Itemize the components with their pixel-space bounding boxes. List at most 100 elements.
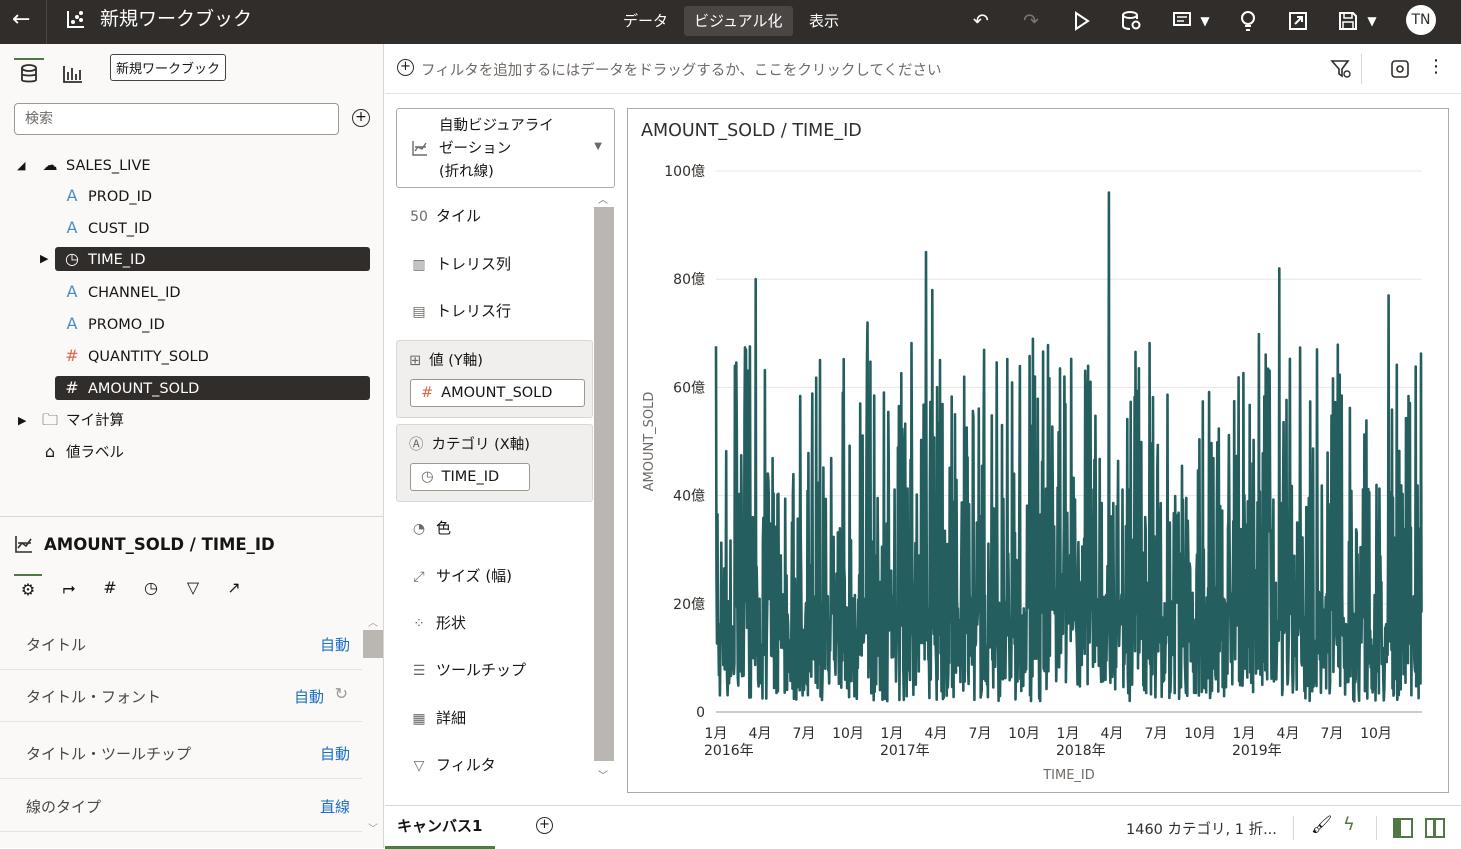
expand-icon[interactable]: ▶ [18,414,26,427]
tab-canvas1[interactable]: キャンバス1 [385,806,495,849]
prop-value[interactable]: 自動 [320,634,350,655]
analytics-icon[interactable]: ↗ [220,574,248,602]
add-filter-icon[interactable]: + [397,59,414,76]
comment-icon[interactable] [1171,9,1195,33]
grammar-size[interactable]: ⤢ サイズ (幅) [396,556,592,596]
prop-line-type[interactable]: 線のタイプ 直線 [0,780,362,832]
nav-visualize[interactable]: ビジュアル化 [684,6,793,36]
chevron-down-icon[interactable]: ▼ [1193,9,1217,33]
right-panel-toggle-icon[interactable] [1425,818,1445,838]
x-tick-label: 10月 [1360,726,1392,742]
nav-data[interactable]: データ [613,6,678,36]
column-channel-id[interactable]: A CHANNEL_ID [62,280,370,304]
value-labels[interactable]: ⌂ 値ラベル [40,440,124,464]
category-x-axis-dropzone[interactable]: Ⓐ カテゴリ (X軸) ◷ TIME_ID [396,424,593,502]
color-palette-icon: ◔ [412,521,426,537]
avatar[interactable]: TN [1406,5,1436,35]
prop-title-tooltip[interactable]: タイトル・ツールチップ 自動 [0,727,362,779]
prop-title[interactable]: タイトル 自動 [0,618,362,670]
column-time-id[interactable]: ◷ TIME_ID [55,247,370,271]
filter-icon[interactable]: ▽ [179,574,207,602]
column-prod-id[interactable]: A PROD_ID [62,184,370,208]
number-type-icon: # [65,346,79,365]
filter-settings-icon[interactable] [1330,58,1352,80]
number-type-icon: # [421,385,434,401]
grammar-filter[interactable]: ▽ フィルタ [396,745,592,785]
general-settings-icon[interactable]: ⚙ [14,574,42,602]
left-panel-toggle-icon[interactable] [1393,818,1413,838]
grammar-tile[interactable]: 50 タイル [396,196,592,236]
x-tick-label: 4月 [1277,726,1300,742]
grammar-scrollbar[interactable]: ︿ ﹀ [594,195,614,782]
collapse-icon[interactable]: ◢ [17,159,25,172]
axis-icon[interactable]: ⮣ [55,574,83,602]
tab-visualizations[interactable] [58,62,88,88]
prop-value[interactable]: 自動 [320,743,350,764]
my-calc-label: マイ計算 [66,413,124,429]
search-input[interactable]: 検索 [14,103,339,135]
workbook-title[interactable]: 新規ワークブック [100,7,252,31]
add-canvas-icon[interactable]: + [536,817,553,834]
prop-value[interactable]: 自動 [294,686,324,707]
grammar-trellis-columns[interactable]: ▥ トレリス列 [396,244,592,284]
grammar-shape[interactable]: ⁘ 形状 [396,603,592,643]
play-icon[interactable] [1069,9,1093,33]
value-label-text: 値ラベル [66,445,124,461]
refresh-data-icon[interactable] [1119,9,1143,33]
reset-icon[interactable]: ↻ [335,684,348,703]
filter-bar[interactable]: + フィルタを追加するにはデータをドラッグするか、ここをクリックしてください ⋮ [385,44,1461,94]
folder-icon: 🗀 [41,410,58,429]
x-tick-label: 4月 [925,726,948,742]
x-tick-label: 4月 [749,726,772,742]
nav-present[interactable]: 表示 [799,6,849,36]
grammar-detail[interactable]: ▦ 詳細 [396,698,592,738]
canvas-settings-icon[interactable] [1389,58,1411,80]
values-pill[interactable]: # AMOUNT_SOLD [410,379,585,407]
viz-type-selector[interactable]: 自動ビジュアライ ゼーション (折れ線) ▼ [396,108,615,188]
my-calculations[interactable]: 🗀 マイ計算 [40,408,124,432]
data-source[interactable]: ☁ SALES_LIVE [40,153,151,177]
x-tick-label: 10月 [1008,726,1040,742]
add-data-icon[interactable]: + [352,109,370,127]
viz-type-label: 自動ビジュアライ ゼーション (折れ線) [439,115,554,184]
text-type-icon: A [66,282,78,301]
undo-icon[interactable]: ↶ [969,9,993,33]
back-arrow-icon[interactable]: ← [12,8,30,32]
pill-label: TIME_ID [441,469,500,485]
grammar-color[interactable]: ◔ 色 [396,508,592,548]
expand-icon[interactable]: ▶ [40,252,48,265]
brush-icon[interactable]: 🖌 [1311,815,1333,835]
save-icon[interactable] [1336,9,1360,33]
grammar-tooltip[interactable]: ☰ ツールチップ [396,650,592,690]
grammar-trellis-rows[interactable]: ▤ トレリス行 [396,291,592,331]
more-options-icon[interactable]: ⋮ [1427,56,1445,78]
auto-apply-icon[interactable]: ϟ [1343,814,1355,835]
export-icon[interactable] [1286,9,1310,33]
line-chart-icon [412,141,427,156]
prop-title-font[interactable]: タイトル・フォント 自動 ↻ [0,670,362,722]
tab-data[interactable] [14,58,44,88]
number-format-icon[interactable]: # [96,574,124,602]
properties-scrollbar[interactable]: ︿ ﹀ [363,618,383,848]
y-tick-label: 0 [696,705,705,721]
lightbulb-icon[interactable] [1236,9,1260,33]
clock-icon: ◷ [65,249,79,268]
column-promo-id[interactable]: A PROMO_ID [62,312,370,336]
grammar-label: トレリス列 [436,255,512,273]
category-pill[interactable]: ◷ TIME_ID [410,463,530,491]
chevron-down-icon[interactable]: ▼ [1360,9,1384,33]
column-cust-id[interactable]: A CUST_ID [62,216,370,240]
text-type-icon: A [66,314,78,333]
visualization-canvas[interactable]: AMOUNT_SOLD / TIME_ID 0 20億 40億 60億 80億 100億 A… [627,108,1449,793]
text-type-icon: A [66,218,78,237]
column-quantity-sold[interactable]: # QUANTITY_SOLD [62,344,370,368]
values-y-axis-dropzone[interactable]: ⊞ 値 (Y軸) # AMOUNT_SOLD [396,340,593,418]
date-time-icon[interactable]: ◷ [137,574,165,602]
grammar-panel: 自動ビジュアライ ゼーション (折れ線) ▼ 50 タイル ▥ トレリス列 ▤ トレリ… [385,95,625,805]
prop-value[interactable]: 直線 [320,796,350,817]
line-chart[interactable]: 020億40億60億80億100億AMOUNT_SOLD1月2016年4月 7月 1… [628,109,1448,792]
column-amount-sold[interactable]: # AMOUNT_SOLD [55,376,370,400]
x-tick-label: 10月 [1184,726,1216,742]
shape-icon: ⁘ [413,616,425,632]
x-axis-label: TIME_ID [1042,768,1095,783]
